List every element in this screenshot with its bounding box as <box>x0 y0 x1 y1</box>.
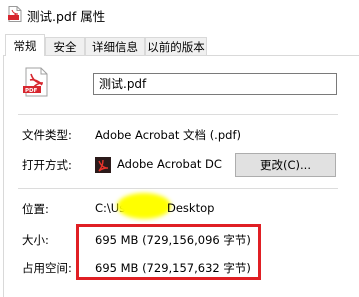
tab-previous-versions[interactable]: 以前的版本 <box>145 37 207 55</box>
location-label: 位置: <box>22 202 49 216</box>
window-title: 测试.pdf 属性 <box>27 9 106 24</box>
file-name-field[interactable]: 测试.pdf <box>93 73 337 95</box>
divider <box>18 188 338 189</box>
tab-details[interactable]: 详细信息 <box>85 37 145 55</box>
open-with-value: Adobe Acrobat DC <box>117 157 222 171</box>
file-type-label: 文件类型: <box>22 128 72 142</box>
tab-general[interactable]: 常规 <box>5 34 45 56</box>
divider <box>18 114 338 115</box>
acrobat-icon <box>95 157 111 173</box>
pdf-file-icon <box>8 6 22 22</box>
redaction-mark <box>117 193 171 219</box>
properties-window: 测试.pdf 属性 常规 安全 详细信息 以前的版本 PDF 测试.pdf 文件… <box>0 0 359 297</box>
change-button[interactable]: 更改(C)... <box>235 153 336 177</box>
pdf-file-icon: PDF <box>23 67 48 97</box>
size-label: 大小: <box>22 233 49 247</box>
highlight-box <box>76 224 261 280</box>
title-bar[interactable]: 测试.pdf 属性 <box>0 0 359 28</box>
svg-text:PDF: PDF <box>25 88 38 94</box>
open-with-label: 打开方式: <box>22 158 72 172</box>
tab-strip: 常规 安全 详细信息 以前的版本 <box>0 34 359 56</box>
location-value-end: Desktop <box>167 201 215 215</box>
size-on-disk-label: 占用空间: <box>22 261 72 275</box>
file-type-value: Adobe Acrobat 文档 (.pdf) <box>95 128 241 142</box>
tab-security[interactable]: 安全 <box>45 37 85 55</box>
